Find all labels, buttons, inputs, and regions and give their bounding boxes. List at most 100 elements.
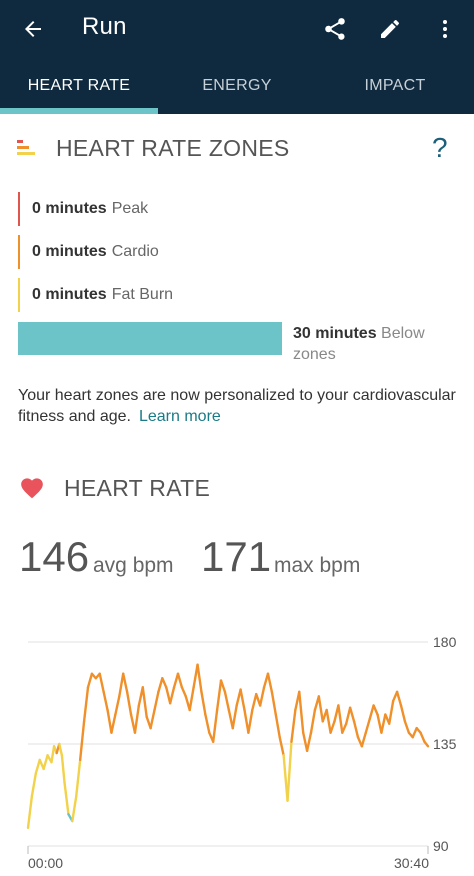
zone-row-cardio: 0 minutes Cardio xyxy=(18,235,159,269)
heart-rate-segment xyxy=(352,720,360,739)
heart-icon xyxy=(21,478,43,499)
heart-rate-segment xyxy=(286,740,293,802)
heart-rate-segment xyxy=(278,735,285,757)
heart-rate-segment xyxy=(364,717,371,734)
heart-rate-series xyxy=(26,663,430,830)
heart-rate-segment xyxy=(305,731,313,753)
heart-rate-segment xyxy=(50,745,56,764)
zones-info: Your heart zones are now personalized to… xyxy=(18,385,458,427)
heart-rate-segment xyxy=(329,720,336,734)
toolbar: Run xyxy=(0,0,474,58)
heart-rate-segment xyxy=(122,672,129,694)
heart-rate-segment xyxy=(266,672,274,694)
heart-rate-segment xyxy=(419,731,426,743)
heart-rate-segment xyxy=(258,686,266,707)
zone-row-peak: 0 minutes Peak xyxy=(18,192,148,226)
heart-rate-segment xyxy=(223,690,231,712)
heart-rate-segment xyxy=(231,704,238,730)
heart-rate-segment xyxy=(196,663,203,694)
heart-rate-segment xyxy=(26,794,34,830)
heart-rate-segment xyxy=(141,686,148,719)
heart-rate-segment xyxy=(309,708,317,734)
heart-rate-chart: 180 135 90 00:00 30:40 xyxy=(26,634,457,871)
app-bar: Run HEART RATE ENERGY IMPACT xyxy=(0,0,474,114)
heart-rate-segment xyxy=(317,695,324,723)
heart-rate-segment xyxy=(200,690,207,716)
zone-minutes: 0 minutes xyxy=(32,200,107,217)
heart-rate-segment xyxy=(239,688,246,712)
heart-rate-segment xyxy=(157,677,164,694)
max-bpm-value: 171 xyxy=(201,533,272,580)
edit-icon xyxy=(381,20,399,38)
heart-rate-segment xyxy=(395,690,403,707)
heart-rate-segment xyxy=(34,758,41,775)
heart-rate-segment xyxy=(110,713,117,734)
heart-rate-segment xyxy=(270,690,277,716)
zones-header: HEART RATE ZONES ? xyxy=(0,128,474,172)
zone-row-fat-burn: 0 minutes Fat Burn xyxy=(18,278,173,312)
x-tick-label: 00:00 xyxy=(28,855,63,871)
more-icon xyxy=(443,20,447,38)
avg-bpm-value: 146 xyxy=(19,533,90,580)
share-icon xyxy=(325,18,345,40)
heart-rate-segment xyxy=(78,720,86,762)
page-title: Run xyxy=(82,13,127,40)
heart-rate-segment xyxy=(423,740,430,748)
heart-rate-segment xyxy=(372,704,379,716)
heart-rate-segment xyxy=(98,672,105,694)
heart-rate-segment xyxy=(86,672,94,689)
heart-rate-segment xyxy=(125,690,133,716)
heart-rate-stats: 146 avg bpm 171 max bpm xyxy=(19,533,459,583)
share-button[interactable] xyxy=(316,10,354,48)
max-bpm-unit: max bpm xyxy=(274,554,361,577)
tab-bar: HEART RATE ENERGY IMPACT xyxy=(0,58,474,114)
y-tick-label: 180 xyxy=(433,634,457,650)
heart-rate-segment xyxy=(325,708,332,734)
heart-rate-segment xyxy=(215,679,223,712)
heart-rate-segment xyxy=(60,754,66,784)
avg-bpm-unit: avg bpm xyxy=(93,554,174,577)
heart-rate-segment xyxy=(75,758,82,798)
heart-rate-segment xyxy=(176,672,184,689)
heart-rate-segment xyxy=(380,713,387,734)
back-button[interactable] xyxy=(14,10,52,48)
heart-rate-segment xyxy=(71,794,78,823)
heart-rate-title: HEART RATE xyxy=(64,475,211,501)
heart-rate-segment xyxy=(161,677,168,689)
heart-rate-segment xyxy=(168,686,176,705)
below-zones-text: 30 minutes Below zones xyxy=(293,323,463,365)
heart-rate-segment xyxy=(153,690,160,712)
edit-button[interactable] xyxy=(371,10,409,48)
heart-rate-segment xyxy=(298,690,305,734)
zones-info-text: Your heart zones are now personalized to… xyxy=(18,387,456,425)
zones-bars-icon xyxy=(17,140,35,155)
tab-heart-rate[interactable]: HEART RATE xyxy=(0,58,158,114)
tab-impact[interactable]: IMPACT xyxy=(316,58,474,114)
heart-rate-segment xyxy=(204,713,211,734)
zone-label: Peak xyxy=(111,200,149,217)
zones-title: HEART RATE ZONES xyxy=(56,135,290,161)
learn-more-link[interactable]: Learn more xyxy=(139,408,221,425)
heart-rate-segment xyxy=(388,699,395,725)
heart-rate-segment xyxy=(30,772,38,798)
heart-rate-segment xyxy=(219,679,227,694)
heart-rate-segment xyxy=(211,708,219,743)
help-button[interactable]: ? xyxy=(432,132,448,164)
tab-energy[interactable]: ENERGY xyxy=(158,58,316,114)
y-tick-label: 135 xyxy=(433,736,457,752)
heart-rate-segment xyxy=(102,690,109,712)
heart-rate-segment xyxy=(42,754,49,771)
heart-rate-segment xyxy=(133,704,141,734)
heart-rate-segment xyxy=(290,708,297,743)
heart-rate-segment xyxy=(403,720,411,734)
heart-rate-segment xyxy=(188,686,195,712)
heart-rate-segment xyxy=(399,704,407,723)
heart-rate-segment xyxy=(149,708,156,730)
heart-rate-segment xyxy=(82,686,90,723)
heart-rate-segment xyxy=(118,672,125,698)
zone-minutes: 0 minutes xyxy=(32,243,107,260)
more-options-button[interactable] xyxy=(426,10,464,48)
heart-rate-segment xyxy=(274,713,281,739)
y-tick-label: 90 xyxy=(433,838,449,854)
heart-rate-segment xyxy=(106,708,113,734)
